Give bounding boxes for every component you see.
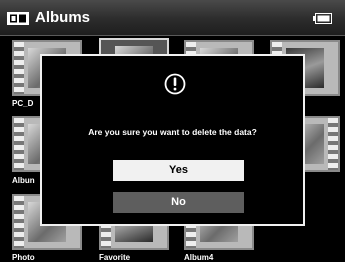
- delete-confirm-dialog: Are you sure you want to delete the data…: [40, 54, 305, 226]
- album-label: PC_D: [12, 99, 34, 108]
- film-strip: [328, 118, 338, 170]
- album-label: Albun: [12, 176, 35, 185]
- album-icon: [7, 12, 29, 25]
- film-strip: [14, 118, 24, 170]
- header-bar: Albums: [0, 0, 345, 36]
- film-strip: [14, 42, 24, 94]
- page-title: Albums: [35, 9, 91, 26]
- exclamation-icon: [164, 73, 186, 95]
- no-button[interactable]: No: [113, 192, 244, 213]
- dialog-message: Are you sure you want to delete the data…: [88, 127, 257, 137]
- film-strip: [14, 196, 24, 248]
- yes-button[interactable]: Yes: [113, 160, 244, 181]
- battery-icon: [313, 13, 332, 24]
